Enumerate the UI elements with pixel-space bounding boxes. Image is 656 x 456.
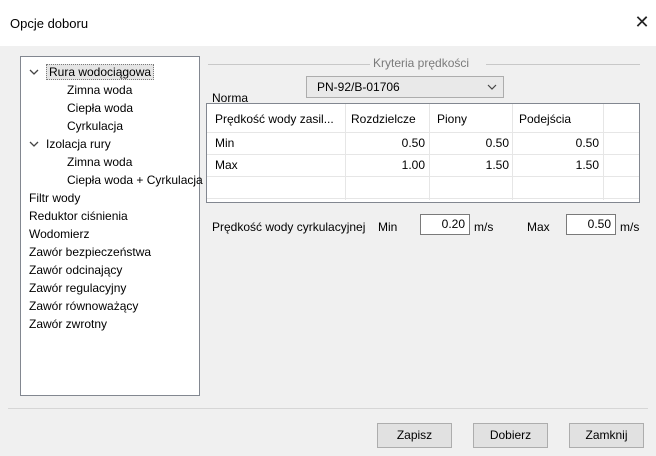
save-button[interactable]: Zapisz: [377, 423, 452, 448]
grid-cell[interactable]: 1.50: [514, 154, 599, 176]
row-label: Min: [215, 136, 235, 150]
tree-item-zimna-woda[interactable]: Zimna woda: [67, 81, 132, 99]
chevron-down-icon[interactable]: [29, 139, 39, 149]
close-button[interactable]: Zamknij: [569, 423, 644, 448]
velocity-grid[interactable]: Prędkość wody zasil... Rozdzielcze Piony…: [206, 103, 640, 203]
tree-item-zawor-regulacyjny[interactable]: Zawór regulacyjny: [29, 279, 126, 297]
chevron-down-icon: [487, 84, 497, 90]
circulation-max-label: Max: [527, 220, 550, 234]
circulation-min-label: Min: [378, 220, 398, 234]
chevron-down-icon[interactable]: [29, 67, 39, 77]
column-header[interactable]: Prędkość wody zasil...: [215, 108, 343, 130]
options-tree[interactable]: Rura wodociągowa Zimna woda Ciepła woda …: [20, 56, 203, 396]
column-header[interactable]: Podejścia: [519, 108, 599, 130]
tree-item-rura-wodociagowa[interactable]: Rura wodociągowa: [46, 63, 155, 81]
criteria-legend: Kryteria prędkości: [373, 56, 470, 70]
tree-item-izolacja-ciepla-cyrkulacja[interactable]: Ciepła woda + Cyrkulacja: [67, 171, 203, 189]
grid-divider: [512, 104, 513, 200]
tree-item-wodomierz[interactable]: Wodomierz: [29, 225, 89, 243]
window-title: Opcje doboru: [10, 16, 89, 31]
column-header[interactable]: Piony: [437, 108, 509, 130]
grid-cell[interactable]: 0.50: [431, 132, 509, 154]
grid-divider: [603, 104, 604, 200]
tree-item-izolacja-rury[interactable]: Izolacja rury: [46, 135, 111, 153]
circulation-min-input[interactable]: 0.20: [420, 214, 470, 235]
footer-divider: [8, 408, 648, 409]
tree-item-izolacja-zimna-woda[interactable]: Zimna woda: [67, 153, 132, 171]
norma-value: PN-92/B-01706: [317, 80, 400, 94]
column-header[interactable]: Rozdzielcze: [351, 108, 427, 130]
title-bar: Opcje doboru ✕: [0, 0, 656, 46]
tree-item-zawor-bezpieczenstwa[interactable]: Zawór bezpieczeństwa: [29, 243, 151, 261]
norma-select[interactable]: PN-92/B-01706: [306, 76, 504, 98]
tree-item-zawor-odcinajacy[interactable]: Zawór odcinający: [29, 261, 122, 279]
grid-divider: [345, 104, 346, 200]
row-label: Max: [215, 158, 238, 172]
grid-divider: [429, 104, 430, 200]
tree-item-ciepla-woda[interactable]: Ciepła woda: [67, 99, 133, 117]
select-button[interactable]: Dobierz: [473, 423, 548, 448]
close-icon[interactable]: ✕: [630, 10, 654, 34]
tree-item-reduktor-cisnienia[interactable]: Reduktor ciśnienia: [29, 207, 128, 225]
unit-label: m/s: [620, 220, 640, 234]
grid-cell[interactable]: 0.50: [514, 132, 599, 154]
grid-cell[interactable]: 0.50: [347, 132, 425, 154]
tree-item-filtr-wody[interactable]: Filtr wody: [29, 189, 80, 207]
groupbox-border: [486, 64, 640, 65]
grid-cell[interactable]: 1.00: [347, 154, 425, 176]
grid-cell[interactable]: 1.50: [431, 154, 509, 176]
grid-divider: [207, 198, 639, 199]
tree-item-zawor-rownowazacy[interactable]: Zawór równoważący: [29, 297, 138, 315]
unit-label: m/s: [474, 220, 494, 234]
circulation-label: Prędkość wody cyrkulacyjnej: [212, 220, 366, 234]
circulation-max-input[interactable]: 0.50: [566, 214, 616, 235]
tree-item-zawor-zwrotny[interactable]: Zawór zwrotny: [29, 315, 107, 333]
grid-divider: [207, 176, 639, 177]
tree-item-cyrkulacja[interactable]: Cyrkulacja: [67, 117, 123, 135]
groupbox-border: [208, 64, 370, 65]
